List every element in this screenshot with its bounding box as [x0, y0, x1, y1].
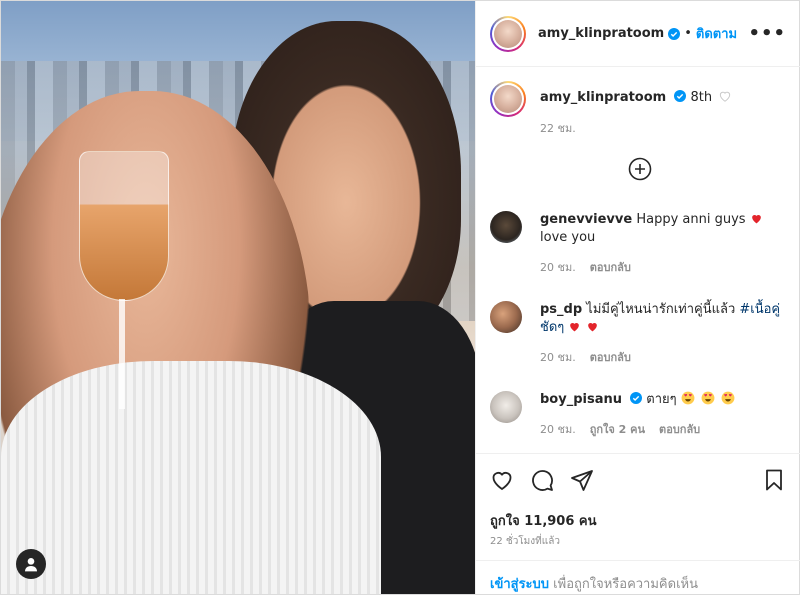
reply-button[interactable]: ตอบกลับ — [590, 259, 631, 277]
comment-bubble-icon[interactable] — [530, 468, 554, 492]
post-header: amy_klinpratoom • ติดตาม ••• — [476, 1, 800, 67]
post-dialog: amy_klinpratoom • ติดตาม ••• amy_klinpra… — [0, 0, 800, 595]
comment-likes[interactable]: ถูกใจ 2 คน — [590, 421, 645, 439]
tagged-people-button[interactable] — [16, 549, 46, 579]
reply-button[interactable]: ตอบกลับ — [590, 349, 631, 367]
load-more-comments-icon[interactable] — [628, 157, 652, 181]
caption-body: amy_klinpratoom 8th 22 ชม. — [540, 81, 732, 137]
comment-item: boy_pisanu ตายๆ 20 ชม. ถูกใจ 2 คน ตอบกลั… — [490, 391, 790, 439]
comment-username[interactable]: boy_pisanu — [540, 392, 622, 407]
author-avatar[interactable] — [490, 15, 526, 52]
like-heart-icon[interactable] — [490, 468, 514, 492]
comment-username[interactable]: ps_dp — [540, 302, 582, 317]
post-caption: amy_klinpratoom 8th 22 ชม. — [490, 81, 790, 137]
save-bookmark-icon[interactable] — [762, 468, 786, 492]
user-icon — [25, 558, 37, 572]
red-heart-emoji-icon — [751, 214, 761, 224]
separator-dot: • — [684, 26, 692, 41]
verified-badge-icon — [630, 392, 643, 404]
post-actions: ถูกใจ 11,906 คน 22 ชั่วโมงที่แล้ว เข้าสู… — [476, 453, 800, 593]
comment-time: 20 ชม. — [540, 261, 576, 274]
photo-glass-stem — [119, 299, 125, 409]
author-username[interactable]: amy_klinpratoom — [538, 26, 664, 41]
comment-item: genevvievve Happy anni guys love you 20 … — [490, 211, 790, 277]
photo-dress — [1, 361, 381, 594]
more-options-icon[interactable]: ••• — [748, 23, 786, 44]
heart-eyes-emoji-icon — [681, 391, 695, 405]
verified-badge-icon — [668, 27, 681, 40]
comment-time: 20 ชม. — [540, 351, 576, 364]
share-send-icon[interactable] — [570, 468, 594, 492]
comment-text: ตายๆ — [646, 392, 677, 407]
comment-text: ไม่มีคู่ไหนน่ารักเท่าคู่นี้แล้ว — [586, 302, 736, 317]
follow-button[interactable]: ติดตาม — [696, 23, 737, 44]
red-heart-emoji-icon — [570, 322, 580, 332]
caption-username[interactable]: amy_klinpratoom — [540, 90, 666, 105]
comment-text: Happy anni guys — [636, 212, 746, 227]
post-timestamp: 22 ชั่วโมงที่แล้ว — [490, 536, 560, 547]
comment-item: ps_dp ไม่มีคู่ไหนน่ารักเท่าคู่นี้แล้ว #เ… — [490, 301, 790, 367]
login-link[interactable]: เข้าสู่ระบบ — [490, 577, 549, 592]
caption-avatar[interactable] — [490, 81, 526, 117]
login-prompt-text: เพื่อถูกใจหรือความคิดเห็น — [549, 577, 698, 592]
post-sidebar: amy_klinpratoom • ติดตาม ••• amy_klinpra… — [475, 1, 800, 594]
red-heart-emoji-icon — [587, 322, 597, 332]
comment-username[interactable]: genevvievve — [540, 212, 632, 227]
reply-button[interactable]: ตอบกลับ — [659, 421, 700, 439]
heart-eyes-emoji-icon — [701, 391, 715, 405]
photo-wine-glass — [79, 151, 169, 301]
login-prompt: เข้าสู่ระบบ เพื่อถูกใจหรือความคิดเห็น — [476, 560, 800, 606]
post-photo[interactable] — [1, 1, 475, 594]
heart-eyes-emoji-icon — [721, 391, 735, 405]
comment-text-continued: love you — [540, 230, 596, 245]
likes-count[interactable]: ถูกใจ 11,906 คน — [490, 510, 597, 531]
verified-badge-icon — [674, 90, 687, 102]
heart-outline-icon — [720, 91, 731, 102]
commenter-avatar[interactable] — [490, 301, 522, 333]
caption-time: 22 ชม. — [540, 122, 576, 135]
caption-text: 8th — [690, 90, 713, 105]
comment-time: 20 ชม. — [540, 423, 576, 436]
commenter-avatar[interactable] — [490, 211, 522, 243]
commenter-avatar[interactable] — [490, 391, 522, 423]
